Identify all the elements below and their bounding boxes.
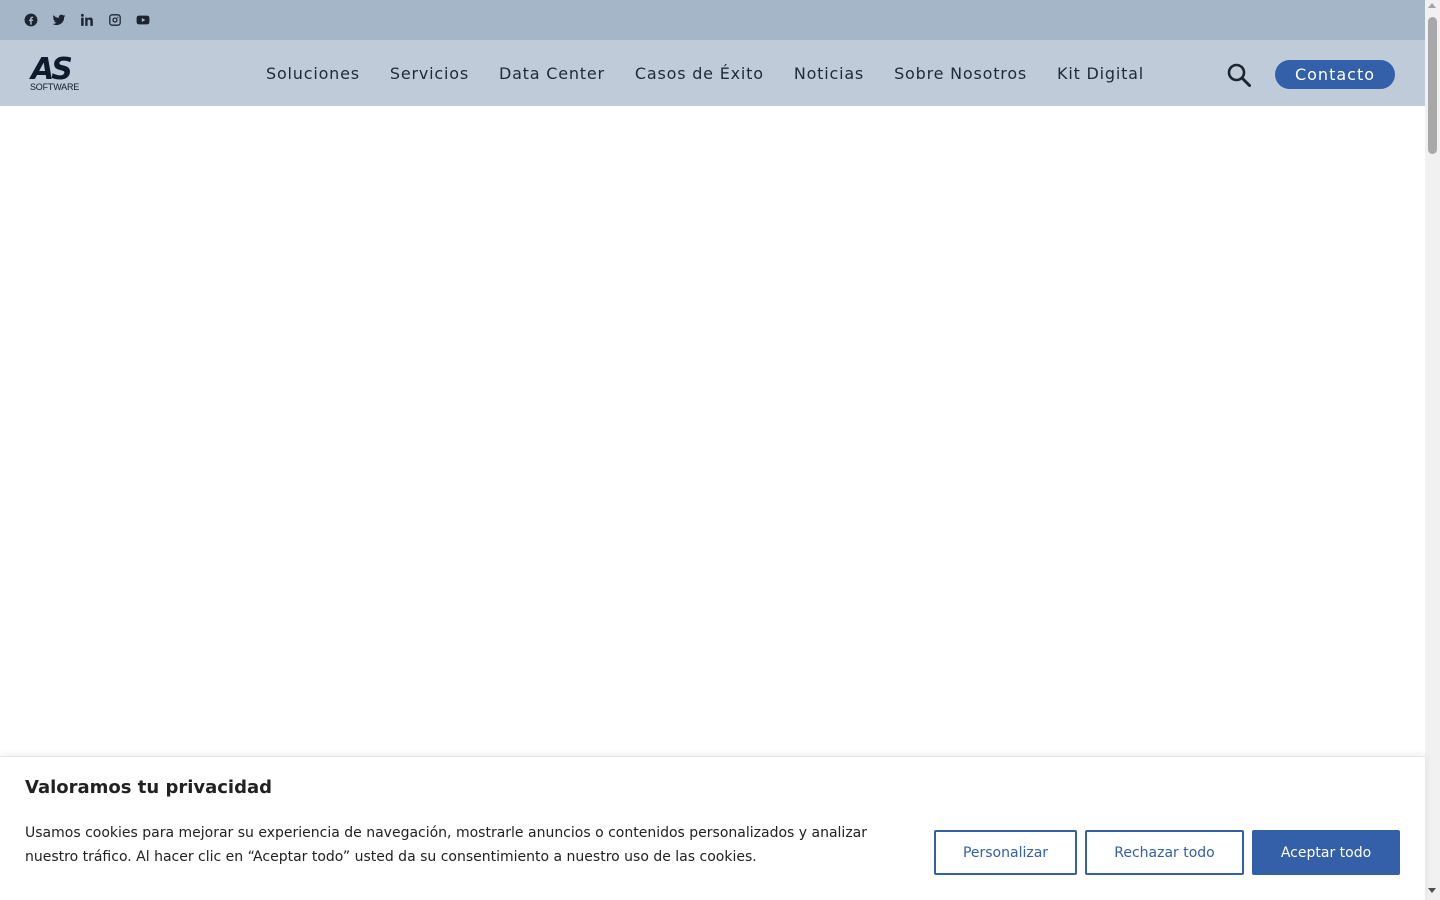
contact-button[interactable]: Contacto [1275, 60, 1395, 89]
search-icon[interactable] [1226, 62, 1252, 88]
youtube-icon[interactable] [136, 13, 150, 27]
nav-item-servicios[interactable]: Servicios [375, 64, 484, 83]
nav-item-kit-digital[interactable]: Kit Digital [1042, 64, 1159, 83]
cookie-banner-text: Usamos cookies para mejorar su experienc… [25, 825, 867, 865]
page-scrollbar[interactable] [1425, 0, 1440, 900]
nav-item-casos-de-exito[interactable]: Casos de Éxito [620, 64, 779, 83]
scroll-thumb[interactable] [1428, 17, 1437, 154]
main-navbar: AS SOFTWARE Soluciones Servicios Data Ce… [0, 40, 1425, 106]
cookie-banner-title: Valoramos tu privacidad [25, 777, 273, 798]
nav-item-soluciones[interactable]: Soluciones [251, 64, 375, 83]
primary-nav: Soluciones Servicios Data Center Casos d… [251, 40, 1159, 106]
nav-item-data-center[interactable]: Data Center [484, 64, 620, 83]
accept-all-cookies-button[interactable]: Aceptar todo [1252, 830, 1400, 875]
scroll-up-arrow-icon[interactable] [1428, 3, 1436, 8]
scroll-down-arrow-icon[interactable] [1428, 888, 1436, 893]
twitter-icon[interactable] [52, 13, 66, 27]
instagram-icon[interactable] [108, 13, 122, 27]
nav-item-noticias[interactable]: Noticias [779, 64, 879, 83]
cookie-consent-banner: Valoramos tu privacidad Usamos cookies p… [0, 756, 1425, 900]
facebook-icon[interactable] [24, 13, 38, 27]
reject-all-cookies-button[interactable]: Rechazar todo [1085, 830, 1244, 875]
customize-cookies-button[interactable]: Personalizar [934, 830, 1077, 875]
social-topbar [0, 0, 1425, 40]
logo-wordmark: SOFTWARE [30, 82, 80, 92]
page: AS SOFTWARE Soluciones Servicios Data Ce… [0, 0, 1440, 900]
nav-item-sobre-nosotros[interactable]: Sobre Nosotros [879, 64, 1042, 83]
as-software-logo[interactable]: AS SOFTWARE [29, 54, 85, 94]
linkedin-icon[interactable] [80, 13, 94, 27]
